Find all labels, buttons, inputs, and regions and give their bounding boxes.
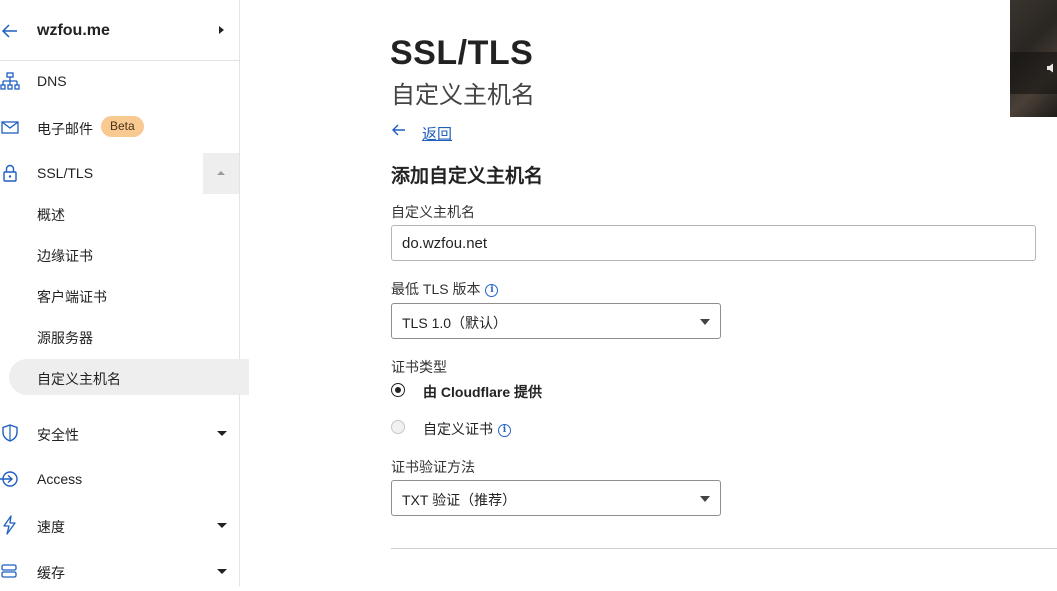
chevron-down-icon bbox=[217, 431, 227, 436]
sidebar-subitem-origin-server[interactable]: 源服务器 bbox=[0, 318, 239, 354]
info-icon[interactable]: i bbox=[485, 283, 499, 297]
hostname-label: 自定义主机名 bbox=[391, 202, 475, 222]
sidebar-item-label: 速度 bbox=[37, 519, 65, 535]
speaker-icon[interactable] bbox=[1046, 62, 1057, 74]
validation-label-text: 证书验证方法 bbox=[391, 459, 475, 475]
sidebar-item-speed[interactable]: 速度 bbox=[0, 505, 239, 545]
min-tls-value: TLS 1.0（默认） bbox=[402, 315, 508, 331]
arrow-left-icon bbox=[392, 124, 405, 136]
min-tls-select[interactable]: TLS 1.0（默认） bbox=[391, 303, 721, 339]
min-tls-label-text: 最低 TLS 版本 bbox=[391, 281, 481, 297]
sidebar-item-email[interactable]: 电子邮件 Beta bbox=[0, 107, 239, 147]
sidebar-item-label: DNS bbox=[37, 73, 67, 89]
shield-icon bbox=[2, 424, 18, 442]
sidebar-subitem-edge-certificates[interactable]: 边缘证书 bbox=[0, 236, 239, 272]
sidebar-subitem-label: 源服务器 bbox=[37, 330, 93, 346]
sidebar-item-access[interactable]: Access bbox=[0, 459, 239, 499]
arrow-left-icon[interactable] bbox=[0, 21, 20, 41]
validation-value: TXT 验证（推荐） bbox=[402, 492, 517, 508]
chevron-right-icon[interactable] bbox=[219, 26, 224, 34]
divider bbox=[391, 548, 1057, 549]
collapse-button[interactable] bbox=[203, 153, 239, 194]
back-link-label[interactable]: 返回 bbox=[422, 123, 452, 144]
sidebar-subitem-label: 客户端证书 bbox=[37, 289, 107, 305]
sidebar-subitem-client-certificates[interactable]: 客户端证书 bbox=[0, 277, 239, 313]
min-tls-label: 最低 TLS 版本 i bbox=[391, 279, 499, 299]
sidebar-item-security[interactable]: 安全性 bbox=[0, 413, 239, 453]
validation-select[interactable]: TXT 验证（推荐） bbox=[391, 480, 721, 516]
sidebar-item-label: 缓存 bbox=[37, 565, 65, 581]
cert-type-label-text: 证书类型 bbox=[391, 359, 447, 375]
beta-badge: Beta bbox=[101, 116, 144, 137]
radio-label-text: 自定义证书 bbox=[423, 421, 493, 437]
dropdown-arrow-icon bbox=[700, 319, 710, 325]
dropdown-arrow-icon bbox=[700, 496, 710, 502]
chevron-down-icon bbox=[217, 523, 227, 528]
validation-label: 证书验证方法 bbox=[391, 457, 475, 477]
radio-button-selected[interactable] bbox=[391, 383, 405, 397]
access-icon bbox=[0, 471, 18, 487]
section-title: 添加自定义主机名 bbox=[391, 166, 544, 187]
sidebar-item-ssl-tls[interactable]: SSL/TLS bbox=[0, 153, 239, 194]
page-subtitle: 自定义主机名 bbox=[391, 82, 535, 109]
sidebar-subitem-label: 概述 bbox=[37, 207, 65, 223]
envelope-icon bbox=[1, 121, 19, 134]
sidebar-subitem-label: 自定义主机名 bbox=[37, 371, 121, 387]
radio-label: 自定义证书 i bbox=[423, 419, 511, 439]
chevron-up-icon bbox=[217, 171, 225, 175]
page-title: SSL/TLS bbox=[390, 34, 534, 72]
chevron-down-icon bbox=[217, 569, 227, 574]
video-thumbnail[interactable] bbox=[1010, 0, 1057, 117]
sidebar-item-label: 安全性 bbox=[37, 427, 79, 443]
sidebar-item-label: Access bbox=[37, 471, 83, 487]
hostname-label-text: 自定义主机名 bbox=[391, 204, 475, 220]
radio-button[interactable] bbox=[391, 420, 405, 434]
sidebar-item-label: 电子邮件 bbox=[37, 121, 93, 137]
radio-label: 由 Cloudflare 提供 bbox=[423, 384, 543, 400]
cache-icon bbox=[1, 564, 17, 578]
zone-domain[interactable]: wzfou.me bbox=[37, 22, 110, 40]
sidebar-header: wzfou.me bbox=[0, 0, 240, 61]
bolt-icon bbox=[3, 515, 16, 535]
sidebar-subitem-label: 边缘证书 bbox=[37, 248, 93, 264]
hostname-input[interactable] bbox=[391, 225, 1036, 261]
lock-icon bbox=[3, 164, 17, 182]
sidebar-item-cache[interactable]: 缓存 bbox=[0, 551, 239, 591]
cert-type-label: 证书类型 bbox=[391, 357, 447, 377]
info-icon[interactable]: i bbox=[498, 423, 511, 437]
sidebar-item-label: SSL/TLS bbox=[37, 165, 94, 181]
sidebar-subitem-custom-hostnames[interactable]: 自定义主机名 bbox=[0, 359, 249, 395]
sidebar-item-dns[interactable]: DNS bbox=[0, 61, 239, 101]
sitemap-icon bbox=[0, 72, 20, 90]
sidebar: wzfou.me DNS 电子邮件 Beta SSL/TLS 概述 边缘证书 客… bbox=[0, 0, 249, 586]
sidebar-subitem-overview[interactable]: 概述 bbox=[0, 195, 239, 231]
